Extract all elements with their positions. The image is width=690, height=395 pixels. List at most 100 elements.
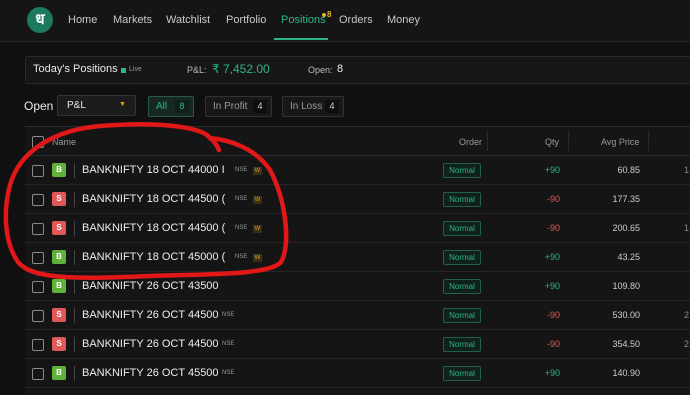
avg-price-value: 43.25 (617, 252, 640, 262)
exchange-label: NSE (235, 196, 248, 202)
open-count-value: 8 (337, 63, 344, 75)
col-header-qty[interactable]: Qty (545, 137, 559, 147)
filter-in-profit-label: In Profit (213, 101, 248, 112)
instrument-name[interactable]: BANKNIFTY 26 OCT 43500 (82, 280, 219, 292)
app-logo[interactable]: ध (27, 7, 53, 33)
row-divider (74, 221, 75, 236)
quantity-value: +90 (544, 281, 560, 291)
truncated-column-value: 2 (684, 339, 690, 349)
table-row[interactable]: S BANKNIFTY 18 OCT 44500 (NSE W Normal -90 20… (25, 214, 690, 243)
live-label: Live (129, 66, 142, 73)
row-checkbox[interactable] (32, 223, 44, 235)
exchange-label: NSE (222, 312, 235, 318)
table-row[interactable]: B BANKNIFTY 18 OCT 44000 I NSE W Normal +90 60… (25, 156, 690, 185)
col-header-order[interactable]: Order (459, 137, 482, 147)
live-indicator-icon (121, 68, 126, 73)
filter-in-loss[interactable]: In Loss 4 (282, 96, 344, 117)
instrument-name[interactable]: BANKNIFTY 18 OCT 45000 ( (82, 251, 225, 263)
quantity-value: +90 (544, 368, 560, 378)
badge-dot-icon (322, 12, 326, 17)
truncated-column-value: 2 (684, 310, 690, 320)
quantity-value: -90 (546, 310, 560, 320)
nav-positions[interactable]: Positions (281, 14, 326, 26)
table-row[interactable]: B BANKNIFTY 18 OCT 45000 (NSE W Normal +90 43… (25, 243, 690, 272)
row-divider (74, 192, 75, 207)
nav-portfolio[interactable]: Portfolio (226, 14, 266, 26)
table-row[interactable]: S BANKNIFTY 26 OCT 44500 NSE Normal -90 354.5… (25, 330, 690, 359)
buy-badge: B (52, 366, 66, 380)
nav-markets[interactable]: Markets (113, 14, 152, 26)
top-nav: ध Home Markets Watchlist Portfolio Posit… (0, 0, 690, 42)
order-type-badge: Normal (443, 366, 481, 381)
table-row[interactable]: S BANKNIFTY 18 OCT 44500 (NSE W Normal -90 17… (25, 185, 690, 214)
instrument-name[interactable]: BANKNIFTY 26 OCT 45500 (82, 367, 219, 379)
row-checkbox[interactable] (32, 165, 44, 177)
filter-all[interactable]: All 8 (148, 96, 194, 117)
filter-in-profit[interactable]: In Profit 4 (205, 96, 272, 117)
avg-price-value: 177.35 (612, 194, 640, 204)
order-type-badge: Normal (443, 337, 481, 352)
buy-badge: B (52, 279, 66, 293)
column-divider (487, 131, 488, 151)
row-checkbox[interactable] (32, 339, 44, 351)
filter-all-count: 8 (175, 100, 189, 113)
buy-badge: B (52, 250, 66, 264)
filter-in-profit-count: 4 (253, 100, 267, 113)
positions-summary: Today's Positions Live P&L: ₹ 7,452.00 O… (25, 56, 690, 84)
chevron-down-icon: ▼ (119, 101, 126, 108)
weekly-expiry-tag: W (253, 167, 262, 175)
order-type-badge: Normal (443, 163, 481, 178)
weekly-expiry-tag: W (253, 196, 262, 204)
pnl-label: P&L: (187, 65, 207, 75)
row-divider (74, 337, 75, 352)
sort-select[interactable]: P&L ▼ (57, 95, 136, 116)
col-header-avg-price[interactable]: Avg Price (601, 137, 639, 147)
nav-watchlist[interactable]: Watchlist (166, 14, 210, 26)
buy-badge: B (52, 163, 66, 177)
row-checkbox[interactable] (32, 252, 44, 264)
quantity-value: +90 (544, 252, 560, 262)
nav-money[interactable]: Money (387, 14, 420, 26)
avg-price-value: 109.80 (612, 281, 640, 291)
row-divider (74, 308, 75, 323)
instrument-name[interactable]: BANKNIFTY 18 OCT 44500 ( (82, 193, 225, 205)
row-checkbox[interactable] (32, 368, 44, 380)
exchange-label: NSE (222, 341, 235, 347)
nav-home[interactable]: Home (68, 14, 97, 26)
filter-in-loss-label: In Loss (290, 101, 323, 112)
instrument-name[interactable]: BANKNIFTY 18 OCT 44000 I (82, 164, 225, 176)
row-checkbox[interactable] (32, 281, 44, 293)
instrument-name[interactable]: BANKNIFTY 26 OCT 44500 (82, 309, 219, 321)
order-type-badge: Normal (443, 221, 481, 236)
order-type-badge: Normal (443, 308, 481, 323)
exchange-label: NSE (222, 370, 235, 376)
avg-price-value: 530.00 (612, 310, 640, 320)
sell-badge: S (52, 337, 66, 351)
positions-table: Name Order Qty Avg Price B BANKNIFTY 18 O… (25, 126, 690, 395)
order-type-badge: Normal (443, 250, 481, 265)
quantity-value: +90 (544, 165, 560, 175)
sell-badge: S (52, 308, 66, 322)
sell-badge: S (52, 221, 66, 235)
summary-title: Today's Positions (33, 63, 118, 75)
nav-orders[interactable]: Orders (339, 14, 373, 26)
instrument-name[interactable]: BANKNIFTY 26 OCT 44500 (82, 338, 219, 350)
row-divider (74, 163, 75, 178)
truncated-column-value: 1 (684, 223, 690, 233)
truncated-column-value: 1 (684, 165, 690, 175)
instrument-name[interactable]: BANKNIFTY 18 OCT 44500 ( (82, 222, 225, 234)
table-row[interactable]: B BANKNIFTY 26 OCT 43500 Normal +90 109.80 (25, 272, 690, 301)
row-divider (74, 366, 75, 381)
select-all-checkbox[interactable] (32, 136, 44, 148)
avg-price-value: 140.90 (612, 368, 640, 378)
col-header-name[interactable]: Name (52, 137, 76, 147)
row-checkbox[interactable] (32, 194, 44, 206)
table-row[interactable]: B BANKNIFTY 26 OCT 45500 NSE Normal +90 140.9… (25, 359, 690, 388)
column-divider (648, 131, 649, 151)
row-checkbox[interactable] (32, 310, 44, 322)
avg-price-value: 60.85 (617, 165, 640, 175)
row-divider (74, 250, 75, 265)
order-type-badge: Normal (443, 192, 481, 207)
table-row[interactable]: S BANKNIFTY 26 OCT 44500 NSE Normal -90 530.0… (25, 301, 690, 330)
weekly-expiry-tag: W (253, 225, 262, 233)
